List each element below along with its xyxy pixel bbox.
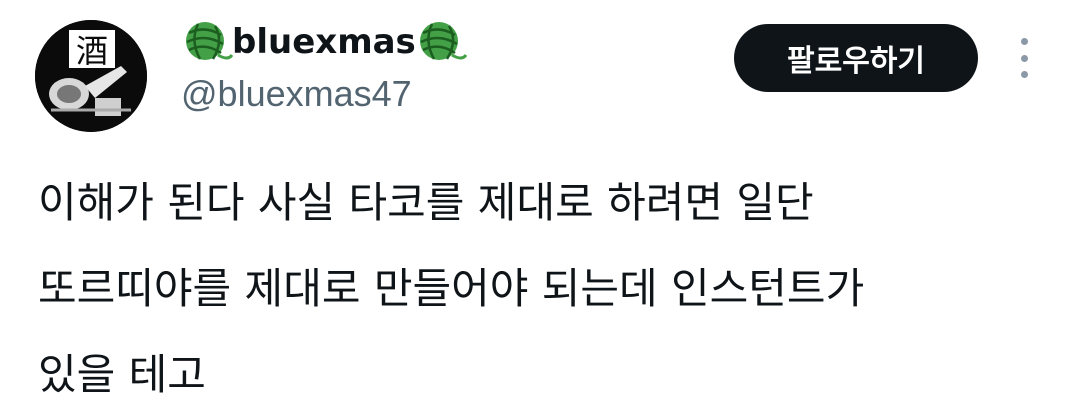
tweet-line: 또르띠야를 제대로 만들어야 되는데 인스턴트가	[38, 264, 865, 313]
more-dot	[1020, 54, 1028, 62]
tweet-line: 이해가 된다 사실 타코를 제대로 하려면 일단	[38, 178, 814, 227]
tweet-line: 있을 테고	[38, 350, 206, 399]
user-handle[interactable]: @bluexmas47	[181, 72, 412, 115]
follow-button[interactable]: 팔로우하기	[734, 24, 978, 92]
tweet-text: 이해가 된다 사실 타코를 제대로 하려면 일단 또르띠야를 제대로 만들어야 …	[38, 160, 1068, 418]
avatar[interactable]: 酒	[35, 20, 147, 132]
more-vertical-icon[interactable]	[1010, 38, 1038, 78]
avatar-char: 酒	[76, 32, 108, 70]
yarn-ball-icon	[419, 22, 468, 60]
more-dot	[1020, 71, 1028, 78]
yarn-ball-icon	[186, 22, 234, 60]
display-name[interactable]: bluexmas	[232, 25, 416, 59]
avatar-image: 酒	[35, 20, 147, 132]
name-row: bluexmas	[180, 14, 468, 70]
more-dot	[1020, 38, 1028, 45]
